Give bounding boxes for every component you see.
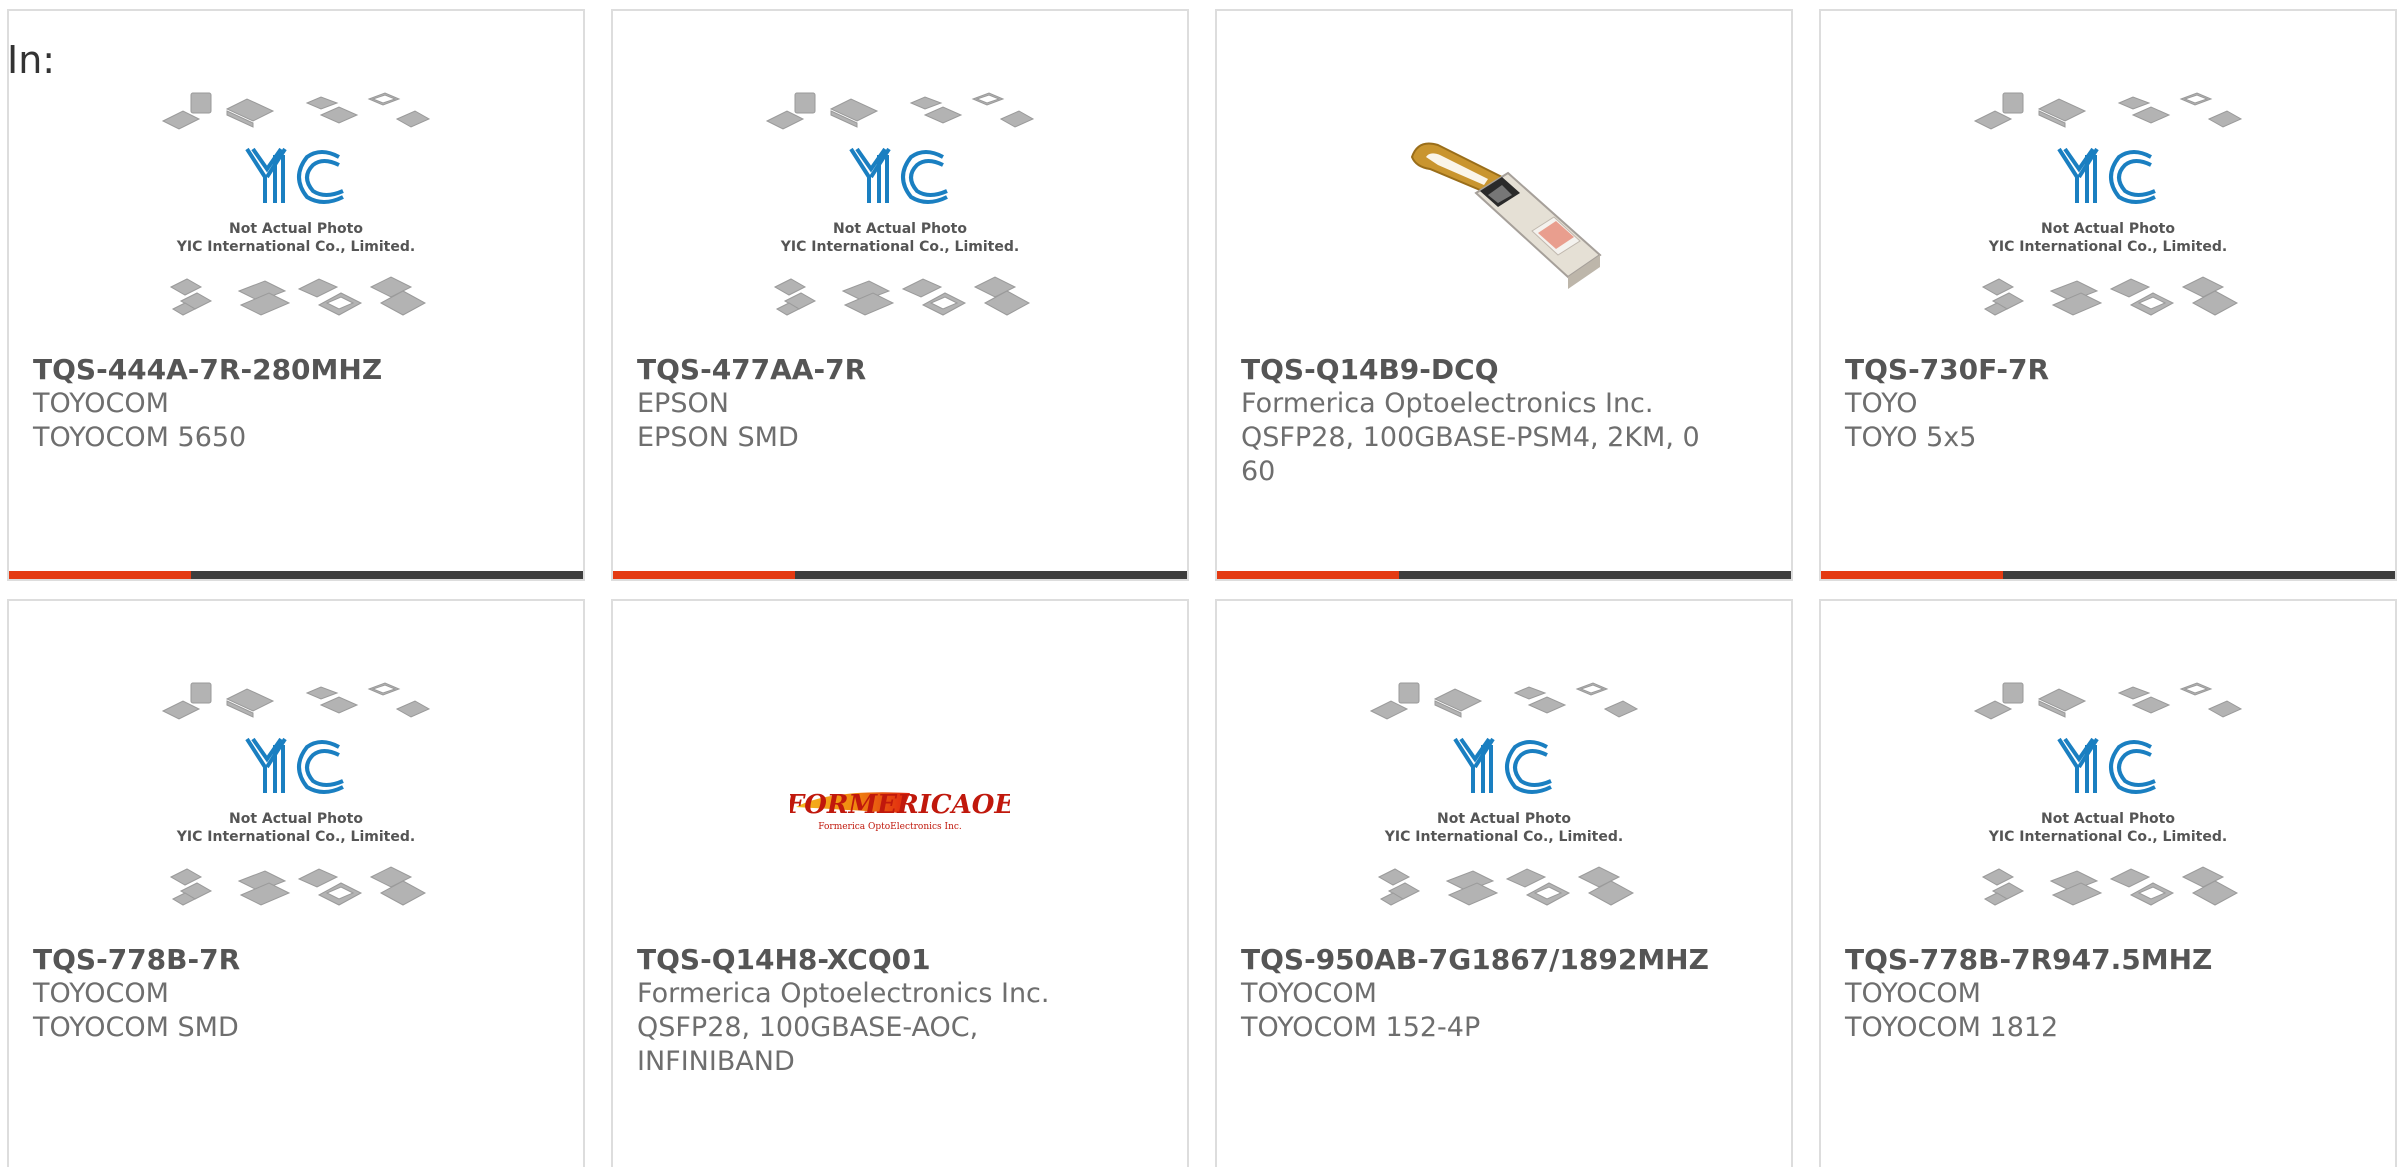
transceiver-module-photo [1410,142,1602,289]
not-actual-photo-placeholder[interactable]: Not Actual Photo YIC International Co., … [9,681,583,937]
product-info: TQS-730F-7R TOYO TOYO 5x5 [1845,353,2335,455]
product-info: TQS-477AA-7R EPSON EPSON SMD [637,353,1127,455]
card-footer-bar [1217,571,1791,579]
placeholder-line-1: Not Actual Photo [2041,811,2175,827]
product-photo[interactable] [1217,91,1791,347]
yic-placeholder-graphic: Not Actual Photo YIC International Co., … [1973,682,2243,906]
product-card[interactable]: Not Actual Photo YIC International Co., … [611,9,1189,581]
placeholder-line-1: Not Actual Photo [229,811,363,827]
product-description: EPSON SMD [637,422,799,453]
card-accent-stripe [9,571,191,579]
product-description: TOYOCOM 1812 [1845,1012,2059,1043]
product-card[interactable]: Not Actual Photo YIC International Co., … [7,9,585,581]
product-info: TQS-444A-7R-280MHZ TOYOCOM TOYOCOM 5650 [33,353,523,455]
formerica-logo-image[interactable]: FORMERICAOE Formerica OptoElectronics In… [613,681,1187,937]
not-actual-photo-placeholder[interactable]: Not Actual Photo YIC International Co., … [9,91,583,347]
placeholder-line-2: YIC International Co., Limited. [176,239,415,255]
part-number-link[interactable]: TQS-Q14H8-XCQ01 [637,943,1127,977]
part-number-link[interactable]: TQS-778B-7R [33,943,523,977]
card-footer-bar [9,571,583,579]
part-number-link[interactable]: TQS-730F-7R [1845,353,2335,387]
not-actual-photo-placeholder[interactable]: Not Actual Photo YIC International Co., … [1217,681,1791,937]
part-number-link[interactable]: TQS-477AA-7R [637,353,1127,387]
part-number-link[interactable]: TQS-Q14B9-DCQ [1241,353,1731,387]
manufacturer: Formerica Optoelectronics Inc. [637,978,1050,1009]
yic-placeholder-graphic: Not Actual Photo YIC International Co., … [1369,682,1639,906]
placeholder-line-2: YIC International Co., Limited. [1988,829,2227,845]
placeholder-line-2: YIC International Co., Limited. [780,239,1019,255]
placeholder-line-1: Not Actual Photo [833,221,967,237]
manufacturer: TOYOCOM [33,388,169,419]
product-card[interactable]: Not Actual Photo YIC International Co., … [1819,9,2397,581]
placeholder-line-1: Not Actual Photo [229,221,363,237]
yic-placeholder-graphic: Not Actual Photo YIC International Co., … [765,92,1035,316]
card-accent-stripe [1217,571,1399,579]
product-description: TOYO 5x5 [1845,422,1977,453]
product-description: QSFP28, 100GBASE-PSM4, 2KM, 0 60 [1241,422,1700,487]
manufacturer: Formerica Optoelectronics Inc. [1241,388,1654,419]
product-grid-page: In: Not Actual Photo YIC International C… [0,0,2400,1167]
product-description: TOYOCOM SMD [33,1012,239,1043]
card-accent-stripe [1821,571,2003,579]
yic-placeholder-graphic: Not Actual Photo YIC International Co., … [1973,92,2243,316]
not-actual-photo-placeholder[interactable]: Not Actual Photo YIC International Co., … [1821,681,2395,937]
product-info: TQS-Q14H8-XCQ01 Formerica Optoelectronics… [637,943,1127,1079]
product-info: TQS-778B-7R947.5MHZ TOYOCOM TOYOCOM 1812 [1845,943,2335,1045]
product-info: TQS-778B-7R TOYOCOM TOYOCOM SMD [33,943,523,1045]
placeholder-line-1: Not Actual Photo [2041,221,2175,237]
placeholder-line-1: Not Actual Photo [1437,811,1571,827]
product-card[interactable]: FORMERICAOE Formerica OptoElectronics In… [611,599,1189,1167]
card-footer-bar [613,571,1187,579]
product-info: TQS-Q14B9-DCQ Formerica Optoelectronics I… [1241,353,1731,489]
not-actual-photo-placeholder[interactable]: Not Actual Photo YIC International Co., … [1821,91,2395,347]
product-card[interactable]: TQS-Q14B9-DCQ Formerica Optoelectronics I… [1215,9,1793,581]
manufacturer: TOYOCOM [33,978,169,1009]
not-actual-photo-placeholder[interactable]: Not Actual Photo YIC International Co., … [613,91,1187,347]
product-description: QSFP28, 100GBASE-AOC, INFINIBAND [637,1012,979,1077]
manufacturer: EPSON [637,388,729,419]
in-label: In: [7,38,56,82]
part-number-link[interactable]: TQS-444A-7R-280MHZ [33,353,523,387]
manufacturer: TOYO [1845,388,1918,419]
manufacturer: TOYOCOM [1241,978,1377,1009]
product-card[interactable]: Not Actual Photo YIC International Co., … [1215,599,1793,1167]
formerica-logo: FORMERICAOE Formerica OptoElectronics In… [790,790,1010,832]
card-footer-bar [1821,571,2395,579]
product-description: TOYOCOM 5650 [33,422,247,453]
placeholder-line-2: YIC International Co., Limited. [1384,829,1623,845]
product-info: TQS-950AB-7G1867/1892MHZ TOYOCOM TOYOCOM 1… [1241,943,1731,1045]
part-number-link[interactable]: TQS-950AB-7G1867/1892MHZ [1241,943,1731,977]
yic-placeholder-graphic: Not Actual Photo YIC International Co., … [161,682,431,906]
product-card[interactable]: Not Actual Photo YIC International Co., … [7,599,585,1167]
part-number-link[interactable]: TQS-778B-7R947.5MHZ [1845,943,2335,977]
placeholder-line-2: YIC International Co., Limited. [1988,239,2227,255]
formerica-brand-text: FORMERICAOE [790,790,1010,820]
product-card[interactable]: Not Actual Photo YIC International Co., … [1819,599,2397,1167]
card-accent-stripe [613,571,795,579]
yic-placeholder-graphic: Not Actual Photo YIC International Co., … [161,92,431,316]
formerica-tagline-text: Formerica OptoElectronics Inc. [818,822,962,832]
manufacturer: TOYOCOM [1845,978,1981,1009]
placeholder-line-2: YIC International Co., Limited. [176,829,415,845]
product-description: TOYOCOM 152-4P [1241,1012,1481,1043]
